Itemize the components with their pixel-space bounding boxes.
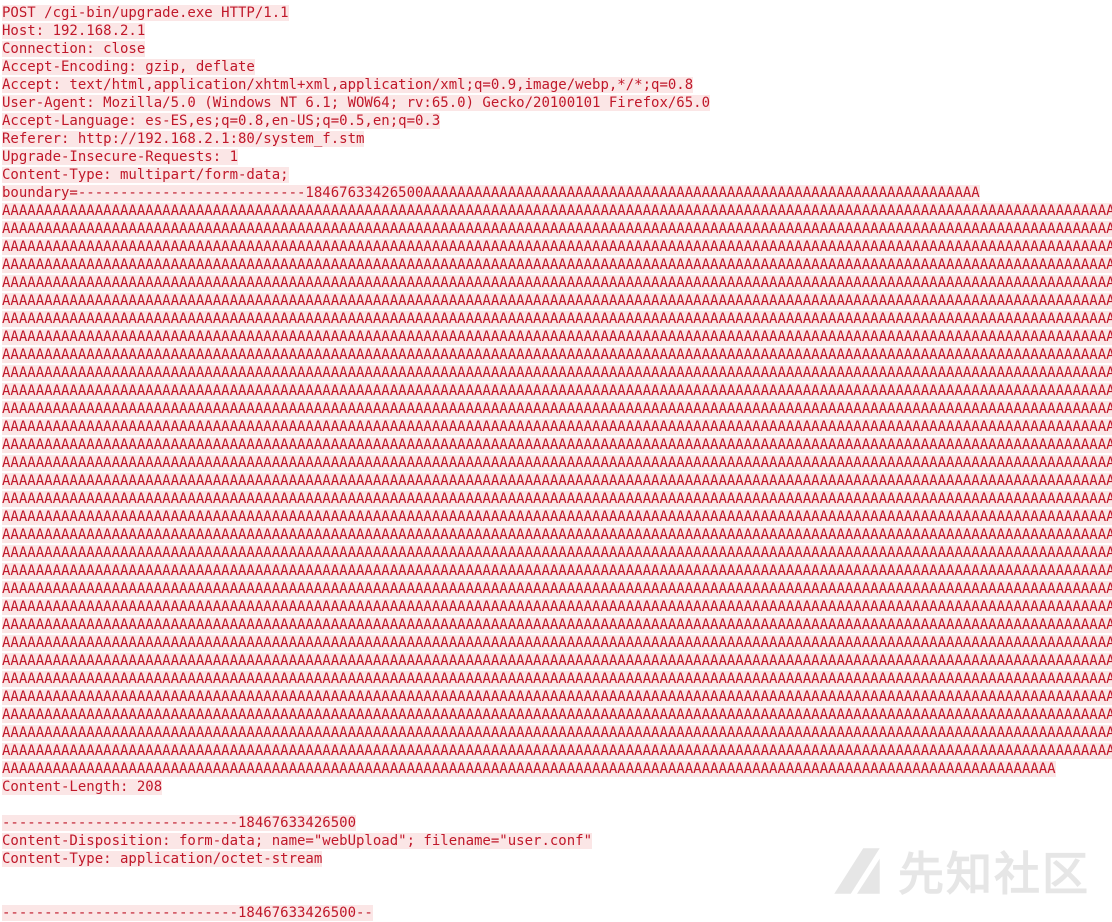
- http-request-text: POST /cgi-bin/upgrade.exe HTTP/1.1 Host: …: [2, 4, 1112, 922]
- request-line-text: AAAAAAAAAAAAAAAAAAAAAAAAAAAAAAAAAAAAAAAA…: [2, 347, 1112, 363]
- request-line-text: Accept: text/html,application/xhtml+xml,…: [2, 77, 694, 93]
- request-line-text: POST /cgi-bin/upgrade.exe HTTP/1.1: [2, 5, 289, 21]
- request-line-text: Content-Disposition: form-data; name="we…: [2, 833, 593, 849]
- request-line: AAAAAAAAAAAAAAAAAAAAAAAAAAAAAAAAAAAAAAAA…: [2, 706, 1112, 724]
- request-line-text: AAAAAAAAAAAAAAAAAAAAAAAAAAAAAAAAAAAAAAAA…: [2, 689, 1112, 705]
- request-line-text: AAAAAAAAAAAAAAAAAAAAAAAAAAAAAAAAAAAAAAAA…: [2, 419, 1112, 435]
- request-line: AAAAAAAAAAAAAAAAAAAAAAAAAAAAAAAAAAAAAAAA…: [2, 346, 1112, 364]
- request-line: Accept: text/html,application/xhtml+xml,…: [2, 76, 1108, 94]
- request-line-text: AAAAAAAAAAAAAAAAAAAAAAAAAAAAAAAAAAAAAAAA…: [2, 617, 1112, 633]
- request-line: Upgrade-Insecure-Requests: 1: [2, 148, 1108, 166]
- request-line-text: Referer: http://192.168.2.1:80/system_f.…: [2, 131, 365, 147]
- request-line-text: AAAAAAAAAAAAAAAAAAAAAAAAAAAAAAAAAAAAAAAA…: [2, 203, 1112, 219]
- request-line-text: AAAAAAAAAAAAAAAAAAAAAAAAAAAAAAAAAAAAAAAA…: [2, 473, 1112, 489]
- request-line: AAAAAAAAAAAAAAAAAAAAAAAAAAAAAAAAAAAAAAAA…: [2, 562, 1112, 580]
- request-line: AAAAAAAAAAAAAAAAAAAAAAAAAAAAAAAAAAAAAAAA…: [2, 742, 1112, 760]
- watermark: 先知社区: [826, 838, 1090, 904]
- request-line: AAAAAAAAAAAAAAAAAAAAAAAAAAAAAAAAAAAAAAAA…: [2, 652, 1112, 670]
- request-line: AAAAAAAAAAAAAAAAAAAAAAAAAAAAAAAAAAAAAAAA…: [2, 472, 1112, 490]
- request-line: Content-Type: multipart/form-data;: [2, 166, 1108, 184]
- request-line-text: AAAAAAAAAAAAAAAAAAAAAAAAAAAAAAAAAAAAAAAA…: [2, 761, 1056, 777]
- request-line-text: Host: 192.168.2.1: [2, 23, 146, 39]
- request-line: AAAAAAAAAAAAAAAAAAAAAAAAAAAAAAAAAAAAAAAA…: [2, 274, 1112, 292]
- request-line: AAAAAAAAAAAAAAAAAAAAAAAAAAAAAAAAAAAAAAAA…: [2, 364, 1112, 382]
- request-line-text: Accept-Encoding: gzip, deflate: [2, 59, 255, 75]
- request-line-text: AAAAAAAAAAAAAAAAAAAAAAAAAAAAAAAAAAAAAAAA…: [2, 491, 1112, 507]
- request-line-text: AAAAAAAAAAAAAAAAAAAAAAAAAAAAAAAAAAAAAAAA…: [2, 383, 1112, 399]
- watermark-text: 先知社区: [898, 847, 1090, 901]
- request-line: AAAAAAAAAAAAAAAAAAAAAAAAAAAAAAAAAAAAAAAA…: [2, 688, 1112, 706]
- request-line-text: AAAAAAAAAAAAAAAAAAAAAAAAAAAAAAAAAAAAAAAA…: [2, 743, 1112, 759]
- request-line: AAAAAAAAAAAAAAAAAAAAAAAAAAAAAAAAAAAAAAAA…: [2, 670, 1112, 688]
- request-line-text: Content-Type: application/octet-stream: [2, 851, 323, 867]
- request-line-text: Accept-Language: es-ES,es;q=0.8,en-US;q=…: [2, 113, 441, 129]
- request-line: Host: 192.168.2.1: [2, 22, 1108, 40]
- request-line-text: AAAAAAAAAAAAAAAAAAAAAAAAAAAAAAAAAAAAAAAA…: [2, 599, 1112, 615]
- request-line: AAAAAAAAAAAAAAAAAAAAAAAAAAAAAAAAAAAAAAAA…: [2, 526, 1112, 544]
- request-line: [2, 796, 1108, 814]
- request-line-text: ----------------------------184676334265…: [2, 815, 357, 831]
- request-line: Connection: close: [2, 40, 1108, 58]
- request-line: AAAAAAAAAAAAAAAAAAAAAAAAAAAAAAAAAAAAAAAA…: [2, 544, 1112, 562]
- request-line-text: AAAAAAAAAAAAAAAAAAAAAAAAAAAAAAAAAAAAAAAA…: [2, 563, 1112, 579]
- request-line-text: AAAAAAAAAAAAAAAAAAAAAAAAAAAAAAAAAAAAAAAA…: [2, 725, 1112, 741]
- request-line-text: User-Agent: Mozilla/5.0 (Windows NT 6.1;…: [2, 95, 711, 111]
- request-line: POST /cgi-bin/upgrade.exe HTTP/1.1: [2, 4, 1108, 22]
- request-line: Accept-Language: es-ES,es;q=0.8,en-US;q=…: [2, 112, 1108, 130]
- request-line: AAAAAAAAAAAAAAAAAAAAAAAAAAAAAAAAAAAAAAAA…: [2, 454, 1112, 472]
- request-line-text: AAAAAAAAAAAAAAAAAAAAAAAAAAAAAAAAAAAAAAAA…: [2, 707, 1112, 723]
- request-line: AAAAAAAAAAAAAAAAAAAAAAAAAAAAAAAAAAAAAAAA…: [2, 598, 1112, 616]
- request-line: AAAAAAAAAAAAAAAAAAAAAAAAAAAAAAAAAAAAAAAA…: [2, 382, 1112, 400]
- request-line-text: Content-Type: multipart/form-data;: [2, 167, 289, 183]
- request-line-text: AAAAAAAAAAAAAAAAAAAAAAAAAAAAAAAAAAAAAAAA…: [2, 221, 1112, 237]
- request-line: AAAAAAAAAAAAAAAAAAAAAAAAAAAAAAAAAAAAAAAA…: [2, 418, 1112, 436]
- request-line-text: AAAAAAAAAAAAAAAAAAAAAAAAAAAAAAAAAAAAAAAA…: [2, 257, 1112, 273]
- request-line-text: AAAAAAAAAAAAAAAAAAAAAAAAAAAAAAAAAAAAAAAA…: [2, 653, 1112, 669]
- request-line: AAAAAAAAAAAAAAAAAAAAAAAAAAAAAAAAAAAAAAAA…: [2, 310, 1112, 328]
- request-line: User-Agent: Mozilla/5.0 (Windows NT 6.1;…: [2, 94, 1108, 112]
- request-line-text: AAAAAAAAAAAAAAAAAAAAAAAAAAAAAAAAAAAAAAAA…: [2, 455, 1112, 471]
- request-line-text: ----------------------------184676334265…: [2, 905, 373, 921]
- request-line: AAAAAAAAAAAAAAAAAAAAAAAAAAAAAAAAAAAAAAAA…: [2, 256, 1112, 274]
- request-line: AAAAAAAAAAAAAAAAAAAAAAAAAAAAAAAAAAAAAAAA…: [2, 292, 1112, 310]
- request-line: AAAAAAAAAAAAAAAAAAAAAAAAAAAAAAAAAAAAAAAA…: [2, 724, 1112, 742]
- request-line-text: AAAAAAAAAAAAAAAAAAAAAAAAAAAAAAAAAAAAAAAA…: [2, 365, 1112, 381]
- request-line: AAAAAAAAAAAAAAAAAAAAAAAAAAAAAAAAAAAAAAAA…: [2, 238, 1112, 256]
- request-line-text: AAAAAAAAAAAAAAAAAAAAAAAAAAAAAAAAAAAAAAAA…: [2, 311, 1112, 327]
- request-line: AAAAAAAAAAAAAAAAAAAAAAAAAAAAAAAAAAAAAAAA…: [2, 634, 1112, 652]
- request-line: Content-Length: 208: [2, 778, 1108, 796]
- request-line-text: AAAAAAAAAAAAAAAAAAAAAAAAAAAAAAAAAAAAAAAA…: [2, 329, 1112, 345]
- request-line-text: AAAAAAAAAAAAAAAAAAAAAAAAAAAAAAAAAAAAAAAA…: [2, 401, 1112, 417]
- request-line: Accept-Encoding: gzip, deflate: [2, 58, 1108, 76]
- request-line: AAAAAAAAAAAAAAAAAAAAAAAAAAAAAAAAAAAAAAAA…: [2, 436, 1112, 454]
- request-line-text: AAAAAAAAAAAAAAAAAAAAAAAAAAAAAAAAAAAAAAAA…: [2, 509, 1112, 525]
- request-line: ----------------------------184676334265…: [2, 814, 1108, 832]
- xianzhi-logo-icon: [834, 848, 880, 894]
- request-line-text: boundary=---------------------------1846…: [2, 185, 980, 201]
- request-line-text: Connection: close: [2, 41, 146, 57]
- request-line-text: AAAAAAAAAAAAAAAAAAAAAAAAAAAAAAAAAAAAAAAA…: [2, 527, 1112, 543]
- request-line: AAAAAAAAAAAAAAAAAAAAAAAAAAAAAAAAAAAAAAAA…: [2, 400, 1112, 418]
- request-line: AAAAAAAAAAAAAAAAAAAAAAAAAAAAAAAAAAAAAAAA…: [2, 490, 1112, 508]
- request-line: AAAAAAAAAAAAAAAAAAAAAAAAAAAAAAAAAAAAAAAA…: [2, 328, 1112, 346]
- request-line-text: AAAAAAAAAAAAAAAAAAAAAAAAAAAAAAAAAAAAAAAA…: [2, 671, 1112, 687]
- request-line: AAAAAAAAAAAAAAAAAAAAAAAAAAAAAAAAAAAAAAAA…: [2, 508, 1112, 526]
- request-line-text: Content-Length: 208: [2, 779, 163, 795]
- request-line-text: AAAAAAAAAAAAAAAAAAAAAAAAAAAAAAAAAAAAAAAA…: [2, 545, 1112, 561]
- request-line: AAAAAAAAAAAAAAAAAAAAAAAAAAAAAAAAAAAAAAAA…: [2, 760, 1108, 778]
- request-line: ----------------------------184676334265…: [2, 904, 1108, 922]
- request-line-text: Upgrade-Insecure-Requests: 1: [2, 149, 239, 165]
- request-line: AAAAAAAAAAAAAAAAAAAAAAAAAAAAAAAAAAAAAAAA…: [2, 580, 1112, 598]
- request-line-text: AAAAAAAAAAAAAAAAAAAAAAAAAAAAAAAAAAAAAAAA…: [2, 437, 1112, 453]
- request-line: boundary=---------------------------1846…: [2, 184, 1108, 202]
- request-line: Referer: http://192.168.2.1:80/system_f.…: [2, 130, 1108, 148]
- request-line: AAAAAAAAAAAAAAAAAAAAAAAAAAAAAAAAAAAAAAAA…: [2, 202, 1112, 220]
- request-line-text: AAAAAAAAAAAAAAAAAAAAAAAAAAAAAAAAAAAAAAAA…: [2, 239, 1112, 255]
- request-line-text: AAAAAAAAAAAAAAAAAAAAAAAAAAAAAAAAAAAAAAAA…: [2, 635, 1112, 651]
- request-line-text: AAAAAAAAAAAAAAAAAAAAAAAAAAAAAAAAAAAAAAAA…: [2, 275, 1112, 291]
- request-line: AAAAAAAAAAAAAAAAAAAAAAAAAAAAAAAAAAAAAAAA…: [2, 220, 1112, 238]
- request-line-text: AAAAAAAAAAAAAAAAAAAAAAAAAAAAAAAAAAAAAAAA…: [2, 293, 1112, 309]
- request-line-text: AAAAAAAAAAAAAAAAAAAAAAAAAAAAAAAAAAAAAAAA…: [2, 581, 1112, 597]
- request-line: AAAAAAAAAAAAAAAAAAAAAAAAAAAAAAAAAAAAAAAA…: [2, 616, 1112, 634]
